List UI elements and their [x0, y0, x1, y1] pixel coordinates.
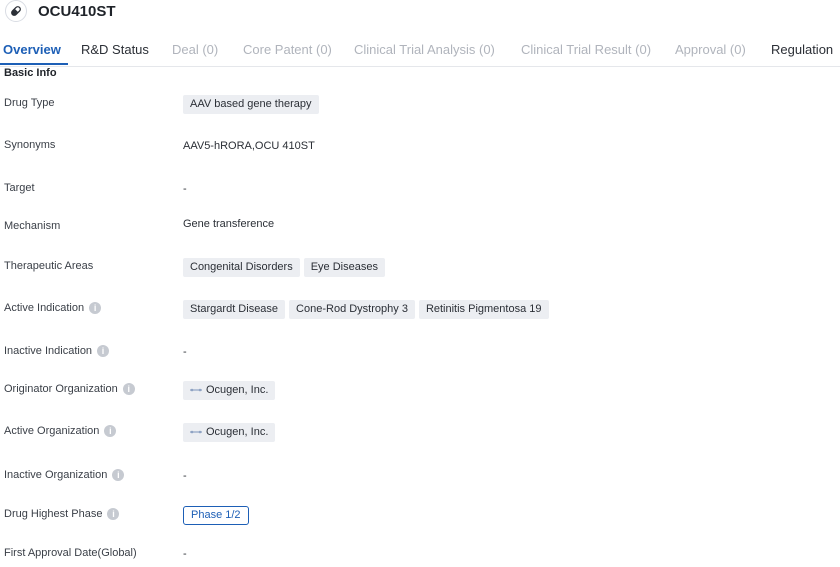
- phase-badge[interactable]: Phase 1/2: [183, 506, 249, 525]
- indication-tag[interactable]: Retinitis Pigmentosa 19: [419, 300, 549, 319]
- inactive-indication-value: -: [183, 346, 187, 358]
- label-active-organization: Active Organization i: [4, 425, 116, 437]
- label-inactive-indication: Inactive Indication i: [4, 345, 109, 357]
- row-inactive-organization: Inactive Organization i -: [0, 465, 840, 489]
- mechanism-value: Gene transference: [183, 218, 274, 230]
- drug-type-tag[interactable]: AAV based gene therapy: [183, 95, 319, 114]
- ocugen-logo-icon: [190, 428, 202, 436]
- section-title-basic-info: Basic Info: [4, 67, 57, 79]
- target-value: -: [183, 183, 187, 195]
- organization-name: Ocugen, Inc.: [206, 423, 268, 442]
- organization-name: Ocugen, Inc.: [206, 381, 268, 400]
- row-mechanism: Mechanism Gene transference: [0, 216, 840, 240]
- label-synonyms: Synonyms: [4, 139, 55, 151]
- label-inactive-organization: Inactive Organization i: [4, 469, 124, 481]
- info-icon[interactable]: i: [97, 345, 109, 357]
- label-drug-highest-phase: Drug Highest Phase i: [4, 508, 119, 520]
- page-title: OCU410ST: [38, 3, 116, 20]
- therapeutic-area-tag[interactable]: Eye Diseases: [304, 258, 385, 277]
- row-active-indication: Active Indication i Stargardt Disease Co…: [0, 298, 840, 322]
- indication-tag[interactable]: Cone-Rod Dystrophy 3: [289, 300, 415, 319]
- label-text: Inactive Indication: [4, 345, 92, 357]
- pill-icon: [5, 0, 27, 22]
- row-target: Target -: [0, 178, 840, 202]
- label-text: Active Indication: [4, 302, 84, 314]
- info-icon[interactable]: i: [112, 469, 124, 481]
- row-drug-type: Drug Type AAV based gene therapy: [0, 93, 840, 117]
- tab-approval[interactable]: Approval (0): [675, 42, 746, 57]
- row-originator-organization: Originator Organization i Ocugen, Inc.: [0, 379, 840, 403]
- row-synonyms: Synonyms AAV5-hRORA,OCU 410ST: [0, 135, 840, 159]
- label-mechanism: Mechanism: [4, 220, 60, 232]
- tab-bar: Overview R&D Status Deal (0) Core Patent…: [0, 36, 840, 67]
- info-icon[interactable]: i: [104, 425, 116, 437]
- tab-clinical-trial-analysis[interactable]: Clinical Trial Analysis (0): [354, 42, 495, 57]
- label-target: Target: [4, 182, 35, 194]
- row-inactive-indication: Inactive Indication i -: [0, 341, 840, 365]
- row-first-approval-date: First Approval Date(Global) -: [0, 543, 840, 567]
- first-approval-date-value: -: [183, 548, 187, 560]
- inactive-organization-value: -: [183, 470, 187, 482]
- label-active-indication: Active Indication i: [4, 302, 101, 314]
- label-text: Drug Highest Phase: [4, 508, 102, 520]
- label-text: Inactive Organization: [4, 469, 107, 481]
- ocugen-logo-icon: [190, 386, 202, 394]
- active-tab-indicator: [0, 63, 68, 65]
- therapeutic-area-tag[interactable]: Congenital Disorders: [183, 258, 300, 277]
- indication-tag[interactable]: Stargardt Disease: [183, 300, 285, 319]
- tab-clinical-trial-result[interactable]: Clinical Trial Result (0): [521, 42, 651, 57]
- info-icon[interactable]: i: [107, 508, 119, 520]
- row-active-organization: Active Organization i Ocugen, Inc.: [0, 421, 840, 445]
- drug-header: OCU410ST: [0, 0, 840, 26]
- info-icon[interactable]: i: [123, 383, 135, 395]
- label-text: Active Organization: [4, 425, 99, 437]
- info-icon[interactable]: i: [89, 302, 101, 314]
- tab-core-patent[interactable]: Core Patent (0): [243, 42, 332, 57]
- tab-deal[interactable]: Deal (0): [172, 42, 218, 57]
- organization-tag[interactable]: Ocugen, Inc.: [183, 381, 275, 400]
- label-drug-type: Drug Type: [4, 97, 55, 109]
- label-originator-organization: Originator Organization i: [4, 383, 135, 395]
- row-drug-highest-phase: Drug Highest Phase i Phase 1/2: [0, 504, 840, 528]
- label-text: Originator Organization: [4, 383, 118, 395]
- tab-overview[interactable]: Overview: [3, 42, 61, 57]
- row-therapeutic-areas: Therapeutic Areas Congenital Disorders E…: [0, 256, 840, 280]
- organization-tag[interactable]: Ocugen, Inc.: [183, 423, 275, 442]
- tab-regulation[interactable]: Regulation: [771, 42, 833, 57]
- label-first-approval-date: First Approval Date(Global): [4, 547, 137, 559]
- tab-rd-status[interactable]: R&D Status: [81, 42, 149, 57]
- label-therapeutic-areas: Therapeutic Areas: [4, 260, 93, 272]
- synonyms-value: AAV5-hRORA,OCU 410ST: [183, 140, 315, 152]
